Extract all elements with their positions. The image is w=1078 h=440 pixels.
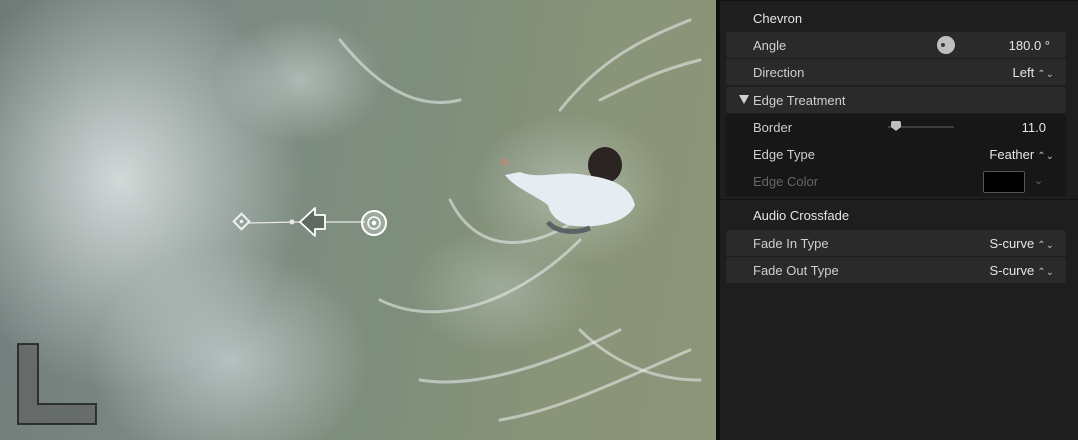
angle-value[interactable]: 180.0 °	[1009, 38, 1050, 53]
section-title: Chevron	[753, 11, 803, 26]
param-label: Angle	[753, 38, 787, 53]
angle-dial-icon[interactable]	[937, 36, 955, 54]
separator	[720, 0, 1078, 1]
viewer-overlay	[17, 18, 702, 425]
l-shape-icon	[17, 343, 97, 425]
circle-target-icon[interactable]	[361, 210, 387, 236]
updown-chevron-icon: ⌃⌄	[1037, 69, 1054, 80]
updown-chevron-icon: ⌃⌄	[1037, 267, 1054, 278]
disclosure-triangle-icon[interactable]	[739, 95, 749, 104]
section-audio-crossfade: Audio Crossfade	[726, 202, 1066, 228]
popup-value: Feather	[989, 147, 1035, 162]
separator	[720, 199, 1078, 200]
param-label: Direction	[753, 65, 805, 80]
chevron-down-icon[interactable]: ⌄	[1034, 174, 1043, 187]
person-figure	[501, 147, 635, 234]
fade-out-popup[interactable]: S-curve ⌃⌄	[989, 263, 1054, 278]
param-label: Fade Out Type	[753, 263, 839, 278]
popup-value: S-curve	[989, 263, 1035, 278]
direction-popup[interactable]: Left ⌃⌄	[1013, 65, 1054, 80]
inspector-panel: Chevron Angle 180.0 ° Direction Left ⌃⌄ E…	[720, 0, 1078, 440]
param-direction[interactable]: Direction Left ⌃⌄	[726, 59, 1066, 85]
group-edge-treatment[interactable]: Edge Treatment	[726, 87, 1066, 113]
param-label: Border	[753, 120, 793, 135]
popup-value: S-curve	[989, 236, 1035, 251]
arrow-left-icon[interactable]	[299, 207, 326, 237]
updown-chevron-icon: ⌃⌄	[1037, 151, 1054, 162]
param-edge-color: Edge Color ⌄	[726, 168, 1066, 194]
edge-type-popup[interactable]: Feather ⌃⌄	[989, 147, 1054, 162]
water-foam	[338, 18, 702, 422]
param-label: Edge Color	[753, 174, 819, 189]
section-chevron: Chevron	[726, 5, 1066, 31]
slider-knob-icon[interactable]	[890, 121, 901, 131]
param-fade-out-type[interactable]: Fade Out Type S-curve ⌃⌄	[726, 257, 1066, 283]
param-edge-type[interactable]: Edge Type Feather ⌃⌄	[726, 141, 1066, 167]
param-border[interactable]: Border 11.0	[726, 114, 1066, 140]
border-value[interactable]: 11.0	[1022, 120, 1046, 135]
edge-color-swatch[interactable]	[983, 171, 1025, 193]
popup-value: Left	[1012, 65, 1035, 80]
section-title: Audio Crossfade	[753, 208, 850, 223]
param-fade-in-type[interactable]: Fade In Type S-curve ⌃⌄	[726, 230, 1066, 256]
param-angle[interactable]: Angle 180.0 °	[726, 32, 1066, 58]
diamond-handle-icon[interactable]	[232, 212, 251, 231]
param-label: Edge Type	[753, 147, 815, 162]
video-viewer[interactable]	[0, 0, 716, 440]
updown-chevron-icon: ⌃⌄	[1037, 240, 1054, 251]
group-title: Edge Treatment	[753, 93, 846, 108]
fade-in-popup[interactable]: S-curve ⌃⌄	[989, 236, 1054, 251]
param-label: Fade In Type	[753, 236, 829, 251]
